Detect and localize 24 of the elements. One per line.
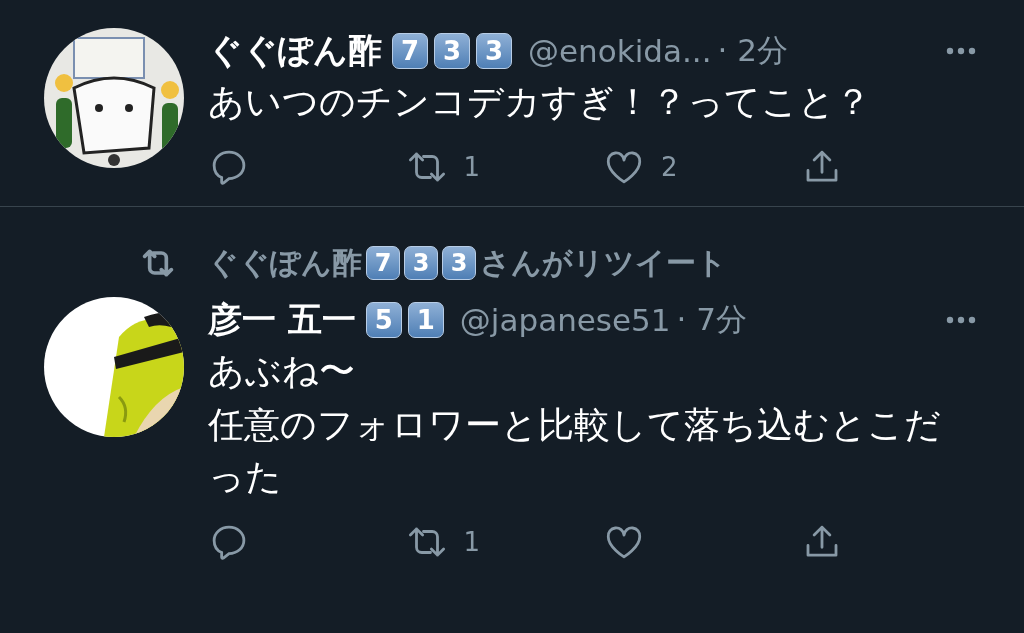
keycap-emoji: 7 bbox=[392, 33, 428, 69]
timestamp: · 2分 bbox=[717, 31, 788, 70]
display-name[interactable]: ぐぐぽん酢 bbox=[208, 28, 382, 74]
more-icon[interactable] bbox=[946, 316, 976, 324]
keycap-emoji: 3 bbox=[476, 33, 512, 69]
retweet-label: さんがリツイート bbox=[480, 243, 727, 282]
keycap-emoji: 3 bbox=[404, 246, 438, 280]
user-handle[interactable]: @japanese51 bbox=[459, 302, 671, 338]
keycap-emoji: 3 bbox=[442, 246, 476, 280]
retweet-count: 1 bbox=[463, 152, 481, 182]
keycap-emoji: 7 bbox=[366, 246, 400, 280]
retweet-count: 1 bbox=[463, 527, 481, 557]
keycap-emoji: 3 bbox=[434, 33, 470, 69]
tweet-text: あぶね〜 bbox=[208, 349, 356, 393]
retweeter-name[interactable]: ぐぐぽん酢 bbox=[208, 242, 362, 284]
more-icon[interactable] bbox=[946, 47, 976, 55]
timestamp: · 7分 bbox=[676, 300, 747, 339]
user-handle[interactable]: @enokida... bbox=[528, 33, 712, 69]
tweet-text: 任意のフォロワーと比較して落ち込むとこだった bbox=[208, 403, 942, 499]
display-name[interactable]: 彦一 五一 bbox=[208, 297, 356, 343]
keycap-emoji: 1 bbox=[407, 302, 444, 338]
tweet-text: あいつのチンコデカすぎ！？ってこと？ bbox=[208, 80, 872, 124]
like-count: 2 bbox=[661, 152, 678, 182]
keycap-emoji: 5 bbox=[365, 302, 402, 338]
